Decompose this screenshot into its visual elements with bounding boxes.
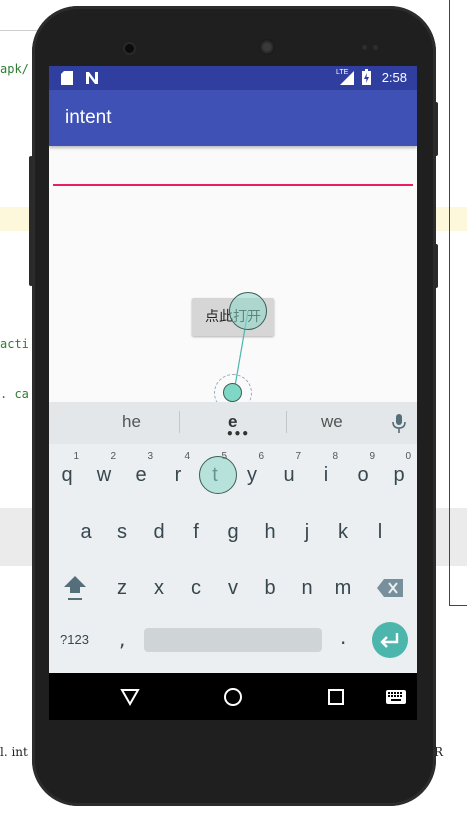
key-label: e [135,464,147,486]
key-hint: 6 [258,451,264,462]
key-o[interactable]: 9o [345,451,381,495]
microphone-icon[interactable] [392,414,406,434]
key-hint: 4 [184,451,190,462]
backspace-key[interactable] [372,568,408,608]
key-z[interactable]: z [104,568,140,608]
key-w[interactable]: 2w [86,451,122,495]
key-label: i [323,464,329,486]
key-c[interactable]: c [178,568,214,608]
key-label: w [96,464,112,486]
key-hint: 7 [295,451,301,462]
key-label: q [61,464,73,486]
touch-point [223,383,242,402]
key-s[interactable]: s [104,512,140,552]
key-hint: 3 [147,451,153,462]
ide-fragment-3: . ca [0,387,29,401]
key-label: p [393,464,405,486]
key-x[interactable]: x [141,568,177,608]
key-hint: 8 [332,451,338,462]
key-label: u [283,464,295,486]
key-q[interactable]: 1q [49,451,85,495]
front-camera [125,44,134,53]
ide-panel-right-bottom [449,605,467,606]
key-hint: 1 [73,451,79,462]
space-key[interactable] [144,628,322,652]
left-side-button[interactable] [29,156,33,286]
key-n[interactable]: n [289,568,325,608]
key-r[interactable]: 4r [160,451,196,495]
comma-key[interactable]: , [119,627,125,651]
key-hint: 0 [405,451,411,462]
backspace-icon [377,579,403,597]
key-h[interactable]: h [252,512,288,552]
suggestion-3[interactable]: we [321,412,343,432]
touch-indicator [199,456,237,494]
sensor-dot [362,45,367,50]
home-icon[interactable] [223,687,243,707]
key-p[interactable]: 0p [381,451,417,495]
keyboard-switch-icon[interactable] [386,690,406,704]
key-k[interactable]: k [325,512,361,552]
ide-fragment-1: apk/ [0,62,29,76]
suggestion-divider [286,411,287,433]
key-label: r [174,464,182,486]
key-v[interactable]: v [215,568,251,608]
suggestion-strip: he e ••• we [49,402,417,444]
key-f[interactable]: f [178,512,214,552]
navigation-bar [49,673,417,720]
touch-indicator [229,292,267,330]
key-d[interactable]: d [141,512,177,552]
power-button[interactable] [434,102,438,156]
key-e[interactable]: 3e [123,451,159,495]
suggestion-divider [179,411,180,433]
speaker-grill [259,39,275,55]
key-a[interactable]: a [68,512,104,552]
shift-key[interactable] [57,568,93,608]
shift-icon [64,576,86,600]
ide-panel-border [0,30,40,31]
ide-fragment-2: acti [0,337,29,351]
soft-keyboard: he e ••• we 1q 2w 3e 4r 5t 6y 7u 8i 9o 0… [49,402,417,673]
recents-icon[interactable] [327,688,345,706]
ide-fragment-4: l. int [0,745,28,759]
key-label: o [357,464,369,486]
key-i[interactable]: 8i [308,451,344,495]
key-label: y [247,464,257,486]
suggestion-1[interactable]: he [122,412,141,432]
enter-icon [380,633,399,648]
key-l[interactable]: l [362,512,398,552]
back-icon[interactable] [120,688,140,706]
symbols-key[interactable]: ?123 [60,632,89,647]
key-u[interactable]: 7u [271,451,307,495]
ide-panel-right [449,0,450,606]
volume-button[interactable] [434,244,438,288]
key-y[interactable]: 6y [234,451,270,495]
sensor-dot [373,45,378,50]
key-b[interactable]: b [252,568,288,608]
period-key[interactable]: . [340,625,346,649]
key-m[interactable]: m [325,568,361,608]
key-g[interactable]: g [215,512,251,552]
key-hint: 9 [369,451,375,462]
key-j[interactable]: j [289,512,325,552]
enter-key[interactable] [372,622,408,658]
device-screen: LTE 2:58 intent 点此打开 he e ••• we 1q 2w [49,66,417,720]
key-hint: 2 [110,451,116,462]
more-suggestions-icon[interactable]: ••• [226,428,249,440]
